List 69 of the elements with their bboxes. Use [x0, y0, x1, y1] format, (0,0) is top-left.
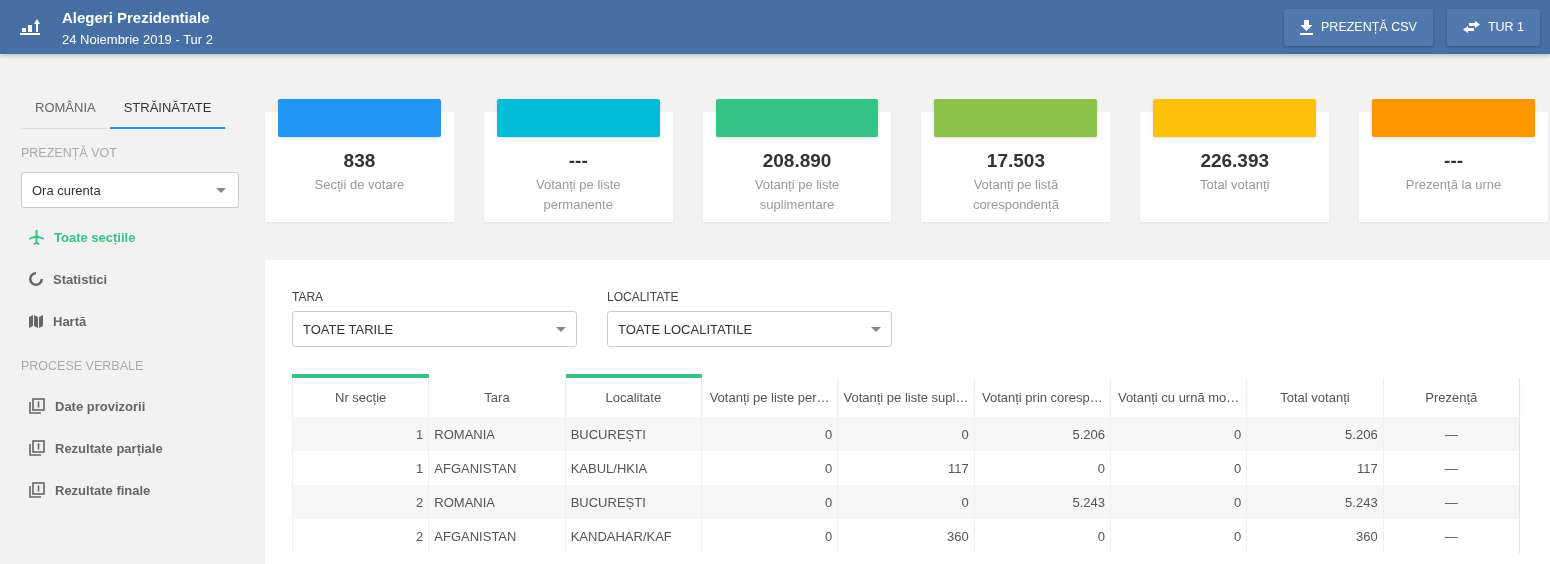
stat-label: Votanți pe liste permanente — [534, 176, 622, 214]
stat-label: Secții de votare — [313, 176, 406, 194]
table-cell: 5.206 — [1246, 417, 1384, 451]
table-cell: 0 — [701, 485, 838, 519]
nav-item[interactable]: Rezultate parțiale — [21, 427, 239, 469]
section-heading: PROCESE VERBALE — [21, 359, 145, 373]
stat-value: 208.890 — [762, 150, 832, 172]
circle-notch-icon — [29, 272, 43, 286]
stat-value: 226.393 — [1200, 150, 1270, 172]
table-cell: — — [1383, 417, 1520, 451]
table-cell: 5.243 — [1246, 485, 1384, 519]
nav-item[interactable]: Statistici — [21, 258, 239, 300]
table-cell: ROMANIA — [428, 485, 566, 519]
table-cell: 0 — [837, 485, 975, 519]
table-cell: BUCUREȘTI — [565, 485, 702, 519]
stat-label: Prezență la urne — [1404, 176, 1503, 194]
table-cell: 1 — [292, 417, 429, 451]
table-cell: 0 — [701, 519, 838, 553]
table-cell: 0 — [1110, 485, 1247, 519]
nav-item[interactable]: Date provizorii — [21, 385, 239, 427]
caret-icon — [556, 326, 566, 332]
stacked-pages-icon — [29, 440, 45, 456]
stat-value: 17.503 — [986, 150, 1045, 172]
table-cell: 5.243 — [974, 485, 1111, 519]
map-icon — [29, 314, 43, 328]
section-heading: PREZENȚĂ VOT — [21, 146, 118, 160]
table-cell: 0 — [837, 417, 975, 451]
filter-dropdown[interactable]: TOATE LOCALITATILE — [607, 311, 892, 347]
table-cell: 0 — [974, 519, 1111, 553]
caret-icon — [216, 187, 226, 193]
table-cell: 360 — [837, 519, 975, 553]
table-cell: ROMANIA — [428, 417, 566, 451]
app-title: Alegeri Prezidentiale — [62, 7, 211, 28]
download-icon — [1300, 19, 1313, 35]
filter-dropdown[interactable]: TOATE TARILE — [292, 311, 577, 347]
table-cell: 5.206 — [974, 417, 1111, 451]
switch-round-button[interactable]: TUR 1 — [1446, 8, 1540, 46]
table-cell: BUCUREȘTI — [565, 417, 702, 451]
table-cell: — — [1383, 519, 1520, 553]
table-cell: AFGANISTAN — [428, 519, 566, 553]
region-tab[interactable]: STRĂINĂTATE — [109, 92, 226, 129]
table-cell: 0 — [1110, 519, 1247, 553]
table-cell: 2 — [292, 485, 429, 519]
stacked-pages-icon — [29, 398, 45, 414]
table-cell: 0 — [701, 417, 838, 451]
stat-value: --- — [568, 150, 588, 172]
bar-chart-logo-icon — [20, 19, 40, 35]
time-dropdown[interactable]: Ora curenta — [21, 172, 239, 208]
table-cell: 360 — [1246, 519, 1384, 553]
filter-label: LOCALITATE — [607, 290, 680, 304]
table-cell: 2 — [292, 519, 429, 553]
nav-item[interactable]: Rezultate finale — [21, 469, 239, 511]
swap-icon — [1462, 21, 1480, 33]
stat-label: Votanți pe liste suplimentare — [753, 176, 841, 214]
region-tab[interactable]: ROMÂNIA — [21, 92, 110, 129]
stat-value: 838 — [343, 150, 376, 172]
stat-value: --- — [1444, 150, 1464, 172]
stat-label: Votanți pe listă corespondență — [971, 176, 1060, 214]
stacked-pages-icon — [29, 482, 45, 498]
election-date: 24 Noiembrie 2019 - Tur 2 — [62, 31, 215, 47]
stat-label: Total votanți — [1199, 176, 1271, 194]
table-cell: KANDAHAR/KAF — [565, 519, 702, 553]
airplane-icon — [29, 229, 44, 245]
table-cell: 0 — [1110, 417, 1247, 451]
filter-label: TARA — [292, 290, 325, 304]
table-cell: — — [1383, 485, 1520, 519]
caret-icon — [871, 326, 881, 332]
nav-item[interactable]: Hartă — [21, 300, 239, 342]
download-csv-button[interactable]: PREZENȚĂ CSV — [1284, 8, 1433, 46]
